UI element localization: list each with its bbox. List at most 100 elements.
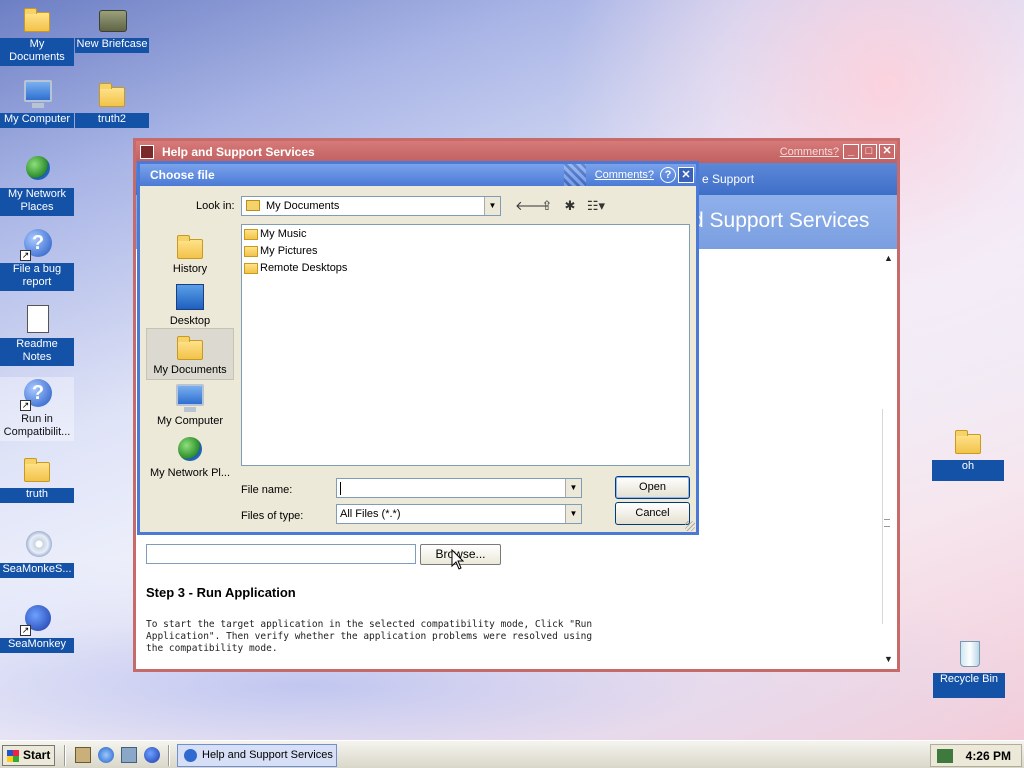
files-of-type-value: All Files (*.*) bbox=[340, 508, 401, 520]
step-title: Step 3 - Run Application bbox=[146, 585, 296, 600]
maximize-button[interactable]: □ bbox=[861, 144, 877, 159]
chevron-down-icon[interactable]: ▼ bbox=[484, 197, 500, 215]
place-label: Desktop bbox=[169, 315, 211, 327]
my-documents-icon bbox=[20, 2, 54, 36]
desktop-icon-seamonkey[interactable]: ↗ SeaMonkey bbox=[0, 602, 74, 653]
desktop-icon-run-in-compatibility[interactable]: ? ↗ Run in Compatibilit... bbox=[0, 377, 74, 441]
help-window-title: Help and Support Services bbox=[162, 145, 315, 159]
desktop-icon-oh[interactable]: oh bbox=[932, 424, 1004, 481]
help-app-icon bbox=[140, 145, 154, 159]
desktop-icon-file-a-bug-report[interactable]: ? ↗ File a bug report bbox=[0, 227, 74, 291]
mouse-pointer-icon bbox=[451, 549, 465, 570]
folder-icon bbox=[244, 229, 258, 240]
desktop-icon-label: oh bbox=[932, 460, 1004, 481]
scroll-thumb[interactable] bbox=[882, 409, 896, 624]
document-icon bbox=[20, 302, 54, 336]
desktop-icon-new-briefcase[interactable]: New Briefcase bbox=[75, 2, 149, 53]
windows-logo-icon bbox=[7, 750, 19, 762]
step-description: To start the target application in the s… bbox=[146, 619, 593, 654]
place-my-network-places[interactable]: My Network Pl... bbox=[146, 432, 234, 484]
dialog-titlebar[interactable]: Choose file Comments? ? ✕ bbox=[140, 164, 696, 186]
open-button[interactable]: Open bbox=[615, 476, 690, 499]
up-folder-icon[interactable]: ⇧ bbox=[538, 198, 556, 214]
look-in-label: Look in: bbox=[196, 200, 235, 212]
chevron-down-icon[interactable]: ▼ bbox=[565, 505, 581, 523]
desktop-icon-label: Run in Compatibilit... bbox=[3, 413, 71, 438]
chevron-down-icon[interactable]: ▼ bbox=[565, 479, 581, 497]
internet-explorer-icon[interactable] bbox=[98, 747, 114, 763]
place-label: My Computer bbox=[156, 415, 224, 427]
my-documents-icon bbox=[175, 332, 205, 362]
desktop-icon-label: My Computer bbox=[0, 113, 74, 128]
desktop-icon-label: My Documents bbox=[0, 38, 74, 66]
dialog-title: Choose file bbox=[150, 168, 215, 182]
help-window-titlebar[interactable]: Help and Support Services Comments? _ □ … bbox=[136, 141, 897, 163]
desktop-icon-my-documents[interactable]: My Documents bbox=[0, 2, 74, 66]
desktop-icon-truth[interactable]: truth bbox=[0, 452, 74, 503]
file-name: My Pictures bbox=[260, 245, 318, 257]
briefcase-icon bbox=[95, 2, 129, 36]
choose-file-dialog: Choose file Comments? ? ✕ Look in: My Do… bbox=[137, 161, 699, 535]
file-name-label: File name: bbox=[241, 484, 293, 496]
taskbar-separator bbox=[168, 745, 170, 766]
place-desktop[interactable]: Desktop bbox=[146, 280, 234, 332]
place-label: My Network Pl... bbox=[149, 467, 231, 479]
files-of-type-select[interactable]: All Files (*.*) ▼ bbox=[336, 504, 582, 524]
file-name-input[interactable]: ▼ bbox=[336, 478, 582, 498]
desktop-icon-label: SeaMonkeS... bbox=[0, 563, 74, 578]
dialog-close-icon[interactable]: ✕ bbox=[678, 167, 694, 183]
file-name: My Music bbox=[260, 228, 307, 240]
network-icon[interactable] bbox=[121, 747, 137, 763]
dialog-comments-link[interactable]: Comments? bbox=[595, 164, 654, 186]
view-menu-icon[interactable]: ☷▾ bbox=[584, 198, 608, 214]
resize-grip-icon[interactable] bbox=[685, 521, 695, 531]
show-desktop-icon[interactable] bbox=[75, 747, 91, 763]
new-folder-icon[interactable]: ✱ bbox=[561, 198, 579, 214]
network-tray-icon[interactable] bbox=[937, 749, 953, 763]
desktop-icon-readme-notes[interactable]: Readme Notes bbox=[0, 302, 74, 366]
desktop-icon-my-network-places[interactable]: My Network Places bbox=[0, 152, 74, 216]
close-button[interactable]: ✕ bbox=[879, 144, 895, 159]
desktop-icon-label: Recycle Bin bbox=[933, 673, 1005, 698]
minimize-button[interactable]: _ bbox=[843, 144, 859, 159]
desktop-icon-seamonkey-setup[interactable]: SeaMonkeS... bbox=[0, 527, 74, 578]
place-history[interactable]: History bbox=[146, 228, 234, 280]
clock[interactable]: 4:26 PM bbox=[966, 749, 1011, 763]
taskbar-separator bbox=[64, 745, 66, 766]
computer-icon bbox=[175, 383, 205, 413]
application-path-input[interactable] bbox=[146, 544, 416, 564]
look-in-select[interactable]: My Documents ▼ bbox=[241, 196, 501, 216]
scroll-grip-icon bbox=[884, 519, 890, 527]
help-question-icon[interactable]: ? bbox=[660, 167, 676, 183]
desktop-icon-label: truth bbox=[0, 488, 74, 503]
scroll-up-arrow-icon[interactable]: ▲ bbox=[883, 253, 894, 263]
network-places-icon bbox=[175, 435, 205, 465]
help-shortcut-icon: ? ↗ bbox=[20, 227, 54, 261]
desktop-icon-label: New Briefcase bbox=[75, 38, 149, 53]
seamonkey-icon[interactable] bbox=[144, 747, 160, 763]
my-documents-folder-icon bbox=[246, 200, 260, 211]
start-button[interactable]: Start bbox=[2, 745, 55, 766]
desktop-icon-recycle-bin[interactable]: Recycle Bin bbox=[933, 637, 1005, 698]
help-content-scrollbar[interactable]: ▲ ▼ bbox=[880, 249, 897, 669]
cancel-button[interactable]: Cancel bbox=[615, 502, 690, 525]
folder-icon bbox=[244, 246, 258, 257]
desktop-icon-my-computer[interactable]: My Computer bbox=[0, 77, 74, 128]
look-in-value: My Documents bbox=[266, 200, 340, 212]
help-nav-text[interactable]: e Support bbox=[702, 172, 754, 186]
network-places-icon bbox=[20, 152, 54, 186]
file-list[interactable]: My Music My Pictures Remote Desktops bbox=[241, 224, 690, 466]
place-my-documents[interactable]: My Documents bbox=[146, 328, 234, 380]
place-my-computer[interactable]: My Computer bbox=[146, 380, 234, 432]
desktop-icon-truth2[interactable]: truth2 bbox=[75, 77, 149, 128]
help-comments-link[interactable]: Comments? bbox=[780, 141, 839, 163]
files-of-type-label: Files of type: bbox=[241, 510, 304, 522]
taskbar-task-help-and-support[interactable]: Help and Support Services bbox=[177, 744, 337, 767]
history-folder-icon bbox=[175, 231, 205, 261]
back-arrow-icon[interactable]: 🡐 bbox=[515, 198, 550, 214]
desktop-icon bbox=[175, 283, 205, 313]
place-label: History bbox=[172, 263, 208, 275]
scroll-down-arrow-icon[interactable]: ▼ bbox=[883, 654, 894, 664]
text-caret bbox=[340, 482, 341, 495]
system-tray: 4:26 PM bbox=[930, 744, 1022, 767]
